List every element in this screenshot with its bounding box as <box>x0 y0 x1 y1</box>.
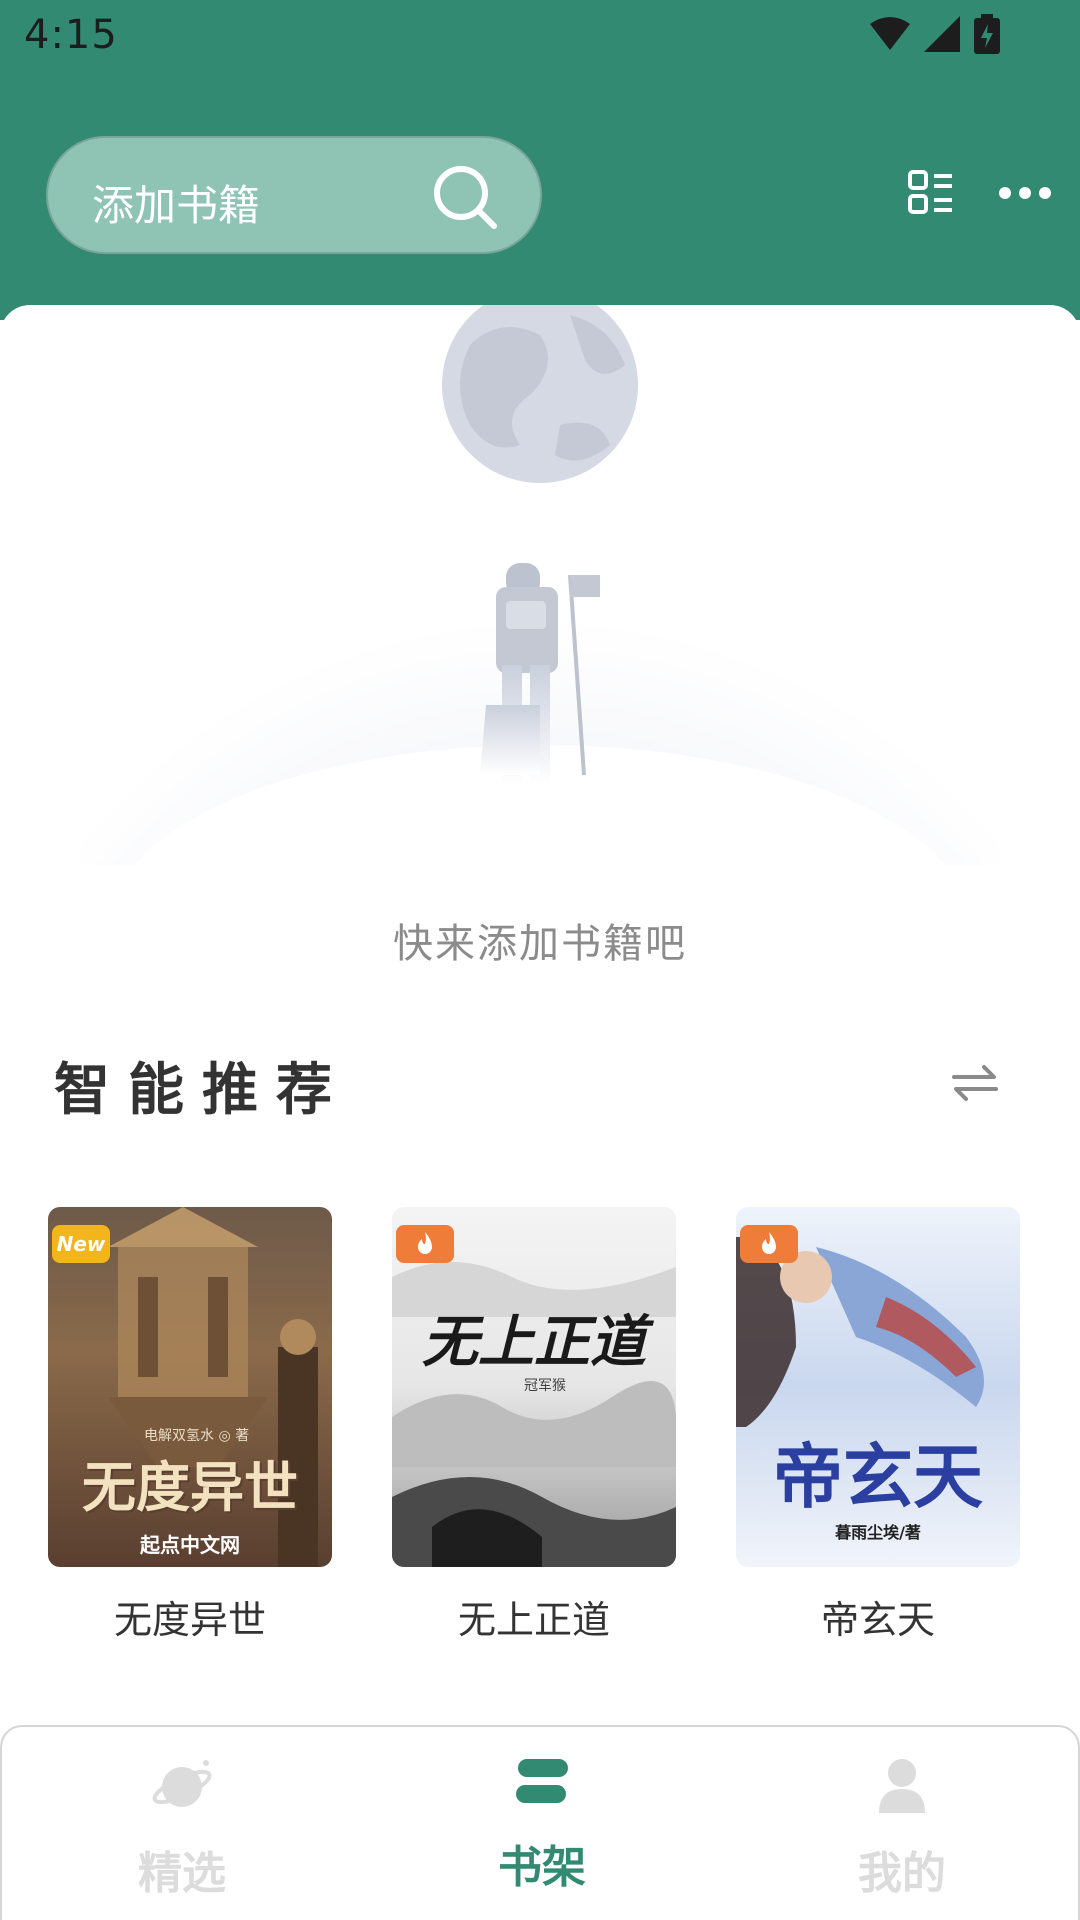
planet-icon <box>152 1760 212 1807</box>
status-icons <box>870 14 1000 54</box>
search-icon[interactable] <box>432 164 498 230</box>
nav-label: 书架 <box>498 1842 586 1893</box>
wifi-icon <box>870 17 910 50</box>
cover-title: 帝玄天 <box>773 1435 983 1518</box>
empty-shelf-message: 快来添加书籍吧 <box>393 921 687 967</box>
signal-icon <box>924 16 960 52</box>
status-time: 4:15 <box>24 12 118 58</box>
nav-label: 我的 <box>858 1848 946 1899</box>
search-bar[interactable]: 添加书籍 <box>46 136 542 254</box>
book-title[interactable]: 帝玄天 <box>736 1589 1020 1644</box>
refresh-swap-icon[interactable] <box>952 1063 998 1103</box>
bookshelf-icon <box>516 1759 568 1803</box>
app-header: 4:15 添加书籍 <box>0 0 1080 320</box>
book-item[interactable]: 无上正道 冠军猴 无上正道 <box>392 1207 676 1644</box>
cover-author: 暮雨尘埃/著 <box>835 1523 921 1542</box>
empty-shelf-illustration <box>80 305 1000 865</box>
nav-item-bookshelf[interactable]: 书架 <box>442 1757 642 1895</box>
list-view-icon[interactable] <box>908 170 954 216</box>
book-title[interactable]: 无度异世 <box>48 1589 332 1644</box>
fire-icon <box>418 1232 432 1254</box>
hot-badge <box>740 1225 798 1263</box>
battery-icon <box>974 14 1000 54</box>
cover-author: 冠军猴 <box>524 1378 566 1394</box>
more-icon[interactable] <box>998 186 1052 200</box>
badge-label: New <box>56 1232 106 1256</box>
new-badge: New <box>52 1225 110 1263</box>
book-item[interactable]: New 电解双氢水 ◎ 著 无度异世 起点中文网 无度异世 <box>48 1207 332 1644</box>
book-cover[interactable]: 无上正道 冠军猴 <box>392 1207 676 1567</box>
hot-badge <box>396 1225 454 1263</box>
nav-label: 精选 <box>138 1848 226 1899</box>
search-placeholder: 添加书籍 <box>92 181 261 230</box>
book-title[interactable]: 无上正道 <box>392 1589 676 1644</box>
cover-author: 电解双氢水 ◎ 著 <box>144 1428 250 1444</box>
book-item[interactable]: 帝玄天 暮雨尘埃/著 帝玄天 <box>736 1207 1020 1644</box>
header-actions <box>908 170 1052 216</box>
user-icon <box>879 1759 925 1813</box>
cover-title: 无上正道 <box>422 1309 646 1375</box>
bookshelf-card: 快来添加书籍吧 智能推荐 New 电解双氢水 ◎ 著 无度异世 起点中文网 无度… <box>0 305 1080 1725</box>
book-cover[interactable]: New 电解双氢水 ◎ 著 无度异世 起点中文网 <box>48 1207 332 1567</box>
nav-item-featured[interactable]: 精选 <box>82 1757 282 1901</box>
cover-title: 无度异世 <box>82 1455 298 1519</box>
recommend-title: 智能推荐 <box>54 1058 350 1123</box>
bottom-nav: 精选 书架 我的 <box>0 1725 1080 1920</box>
book-cover[interactable]: 帝玄天 暮雨尘埃/著 <box>736 1207 1020 1567</box>
nav-item-profile[interactable]: 我的 <box>802 1757 1002 1901</box>
fire-icon <box>762 1232 776 1254</box>
cover-publisher: 起点中文网 <box>140 1533 240 1557</box>
